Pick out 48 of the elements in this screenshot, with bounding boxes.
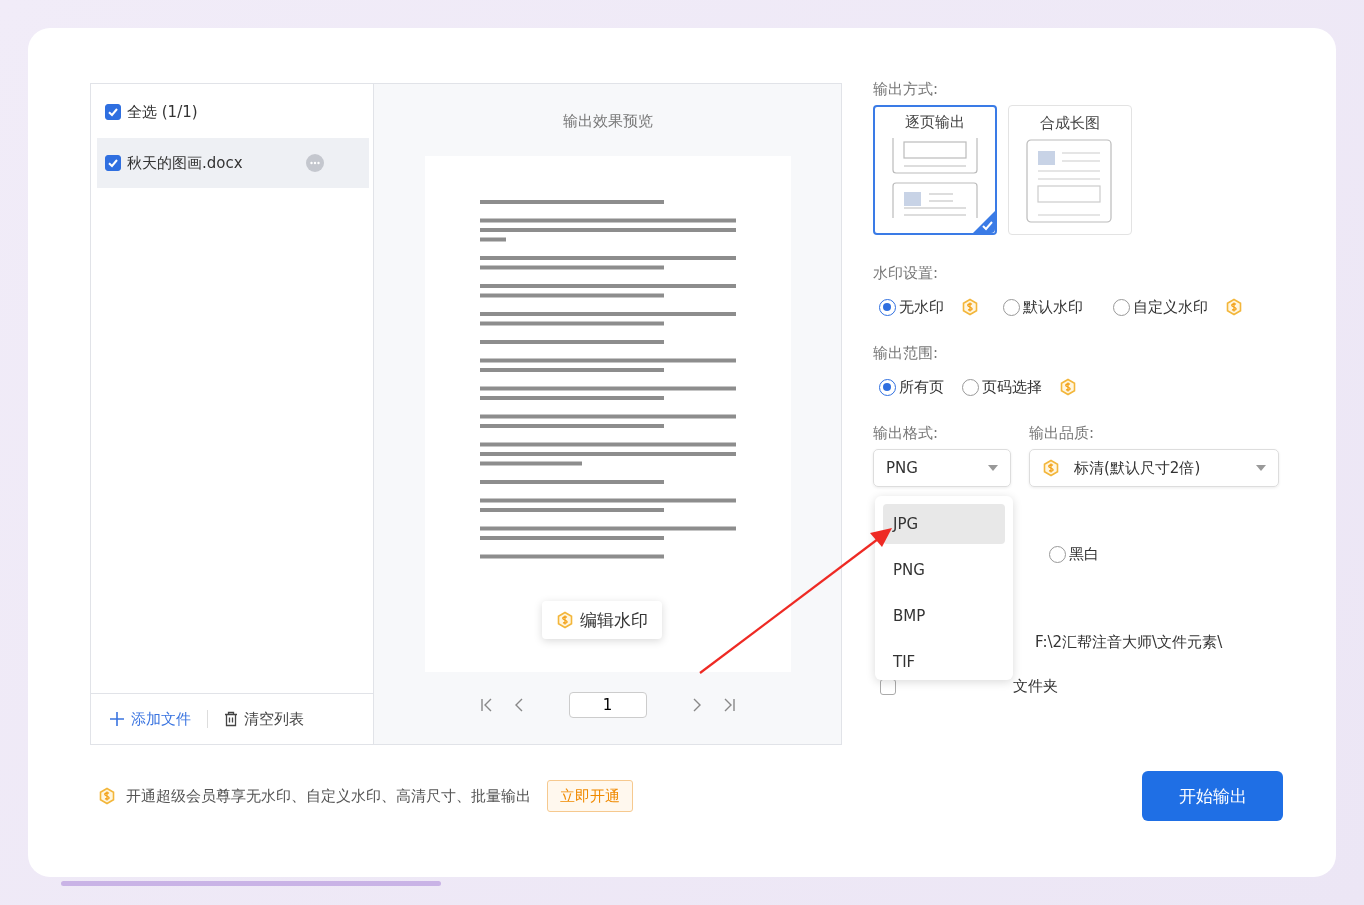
radio-label[interactable]: 黑白	[1069, 544, 1099, 564]
section-label: 水印设置:	[873, 265, 940, 284]
caret-icon	[1256, 465, 1266, 471]
menu-item[interactable]: JPG	[883, 504, 1005, 544]
radio-label[interactable]: 自定义水印	[1133, 297, 1208, 317]
preview-title: 输出效果预览	[562, 112, 653, 132]
coin-icon	[555, 611, 574, 629]
select-all-label[interactable]: 全选 (1/1)	[127, 102, 198, 122]
clear-list-button[interactable]: 清空列表	[224, 707, 304, 731]
output-path: F:\2汇帮注音大师\文件元素\	[1035, 633, 1224, 652]
radio-label[interactable]: 所有页	[899, 377, 944, 397]
radio-button[interactable]	[1113, 298, 1130, 316]
file-name: 秋天的图画.docx	[127, 153, 244, 173]
plus-icon	[109, 711, 125, 727]
menu-item[interactable]: TIF	[883, 642, 1005, 682]
radio-button[interactable]	[879, 378, 896, 396]
radio-button[interactable]	[1049, 545, 1066, 563]
radio-label[interactable]: 默认水印	[1023, 297, 1083, 317]
section-label: 输出品质:	[1029, 425, 1096, 444]
checkbox[interactable]	[105, 155, 121, 171]
caret-icon	[988, 465, 998, 471]
section-label: 输出方式:	[873, 81, 940, 100]
file-item[interactable]: 秋天的图画.docx	[97, 138, 369, 188]
menu-item[interactable]: PNG	[883, 550, 1005, 590]
scrollbar[interactable]	[61, 881, 441, 886]
quality-dropdown[interactable]: 标清(默认尺寸2倍)	[1029, 449, 1279, 487]
page-number-field[interactable]: 1	[568, 692, 647, 718]
section-label: 输出格式:	[873, 425, 940, 444]
radio-label[interactable]: 页码选择	[982, 377, 1042, 397]
section-label: 输出范围:	[873, 345, 940, 364]
promo-text: 开通超级会员尊享无水印、自定义水印、高清尺寸、批量输出	[126, 786, 531, 806]
radio-button[interactable]	[1003, 298, 1020, 316]
output-mode-option[interactable]: 逐页输出	[873, 105, 997, 235]
radio-button[interactable]	[962, 378, 979, 396]
start-button[interactable]: 开始输出	[1142, 771, 1283, 821]
radio-label[interactable]: 无水印	[899, 297, 944, 317]
checkbox-label[interactable]: 文件夹	[1013, 677, 1058, 696]
more-icon[interactable]	[306, 154, 324, 172]
coin-icon	[98, 787, 116, 805]
checkbox[interactable]	[105, 104, 121, 120]
add-file-button[interactable]: 添加文件	[109, 707, 191, 731]
trash-icon	[224, 711, 238, 727]
output-mode-option[interactable]: 合成长图	[1008, 105, 1132, 235]
radio-button[interactable]	[879, 298, 896, 316]
format-dropdown[interactable]: PNG	[873, 449, 1011, 487]
menu-item[interactable]: BMP	[883, 596, 1005, 636]
edit-watermark-button[interactable]: 编辑水印	[541, 601, 662, 639]
check-icon	[973, 211, 995, 233]
